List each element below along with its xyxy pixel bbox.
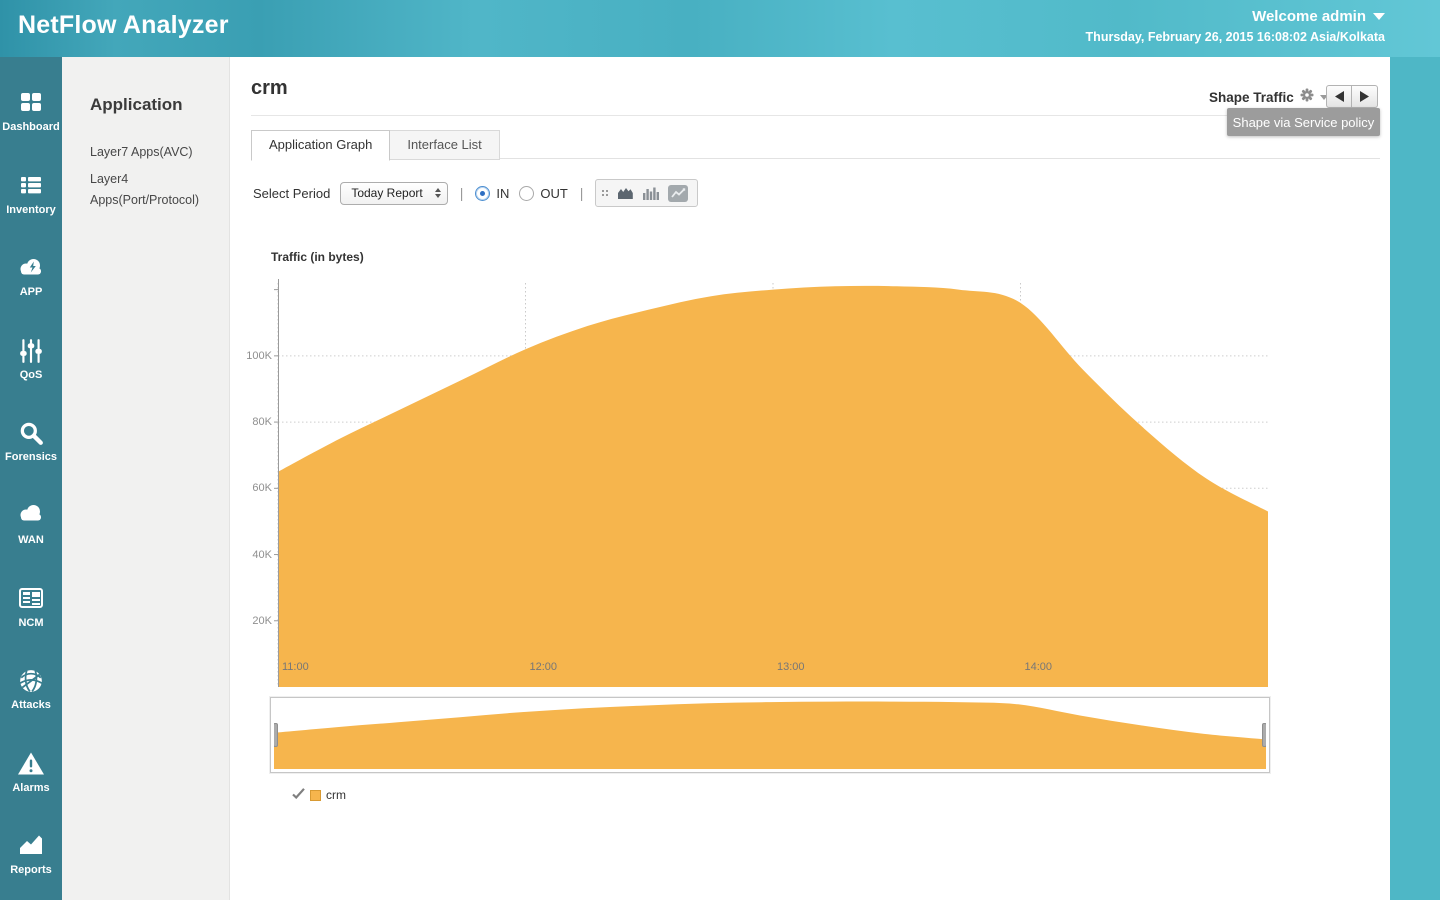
title-divider xyxy=(251,115,1380,116)
range-handle-left[interactable] xyxy=(274,723,278,747)
sidebar-item-forensics[interactable]: Forensics xyxy=(0,420,62,463)
sidebar-item-layer7-apps[interactable]: Layer7 Apps(AVC) xyxy=(90,142,212,163)
y-axis-tick-label: 60K xyxy=(252,482,272,495)
attacks-globe-icon xyxy=(17,668,45,694)
range-selector-area-svg xyxy=(274,701,1266,769)
sidebar-item-label: NCM xyxy=(18,616,44,629)
select-stepper-icon xyxy=(434,188,441,198)
netflow-analyzer-app: NetFlow Analyzer Welcome admin Thursday,… xyxy=(0,0,1440,900)
sidebar-item-label: QoS xyxy=(19,368,43,381)
sidebar-item-label: WAN xyxy=(18,534,44,546)
select-period-label: Select Period xyxy=(253,185,331,201)
sidebar-item-layer4-apps[interactable]: Layer4 Apps(Port/Protocol) xyxy=(90,169,212,211)
sidebar-item-label: Reports xyxy=(10,864,52,877)
tab-application-graph[interactable]: Application Graph xyxy=(251,130,391,161)
sidebar-item-inventory[interactable]: Inventory xyxy=(0,173,62,216)
application-sidebar-title: Application xyxy=(90,95,183,114)
sidebar-item-label: APP xyxy=(19,286,43,299)
sidebar-item-alarms[interactable]: Alarms xyxy=(0,751,62,794)
sidebar-item-label: Inventory xyxy=(6,203,56,216)
shape-traffic-label: Shape Traffic xyxy=(1209,90,1294,105)
tab-interface-list[interactable]: Interface List xyxy=(390,130,500,160)
radio-in[interactable]: IN xyxy=(475,185,510,201)
welcome-text: Welcome admin xyxy=(1252,8,1366,25)
range-selector-chart[interactable] xyxy=(274,701,1266,769)
period-select[interactable]: Today Report xyxy=(340,181,448,205)
chart-controls: Select Period Today Report | IN OUT | xyxy=(253,179,699,207)
radio-in-label: IN xyxy=(496,185,510,201)
gear-icon[interactable] xyxy=(1300,88,1314,107)
shape-traffic-tooltip: Shape via Service policy xyxy=(1227,108,1380,136)
sidebar-item-label: Dashboard xyxy=(2,121,60,133)
sidebar-item-label: Attacks xyxy=(11,699,51,712)
app-logo: NetFlow Analyzer xyxy=(18,11,229,39)
wan-cloud-icon xyxy=(17,503,45,529)
legend-label-crm: crm xyxy=(326,788,346,802)
arrow-left-icon xyxy=(1334,91,1344,102)
legend-swatch-crm[interactable] xyxy=(310,789,321,801)
sidebar-item-dashboard[interactable]: Dashboard xyxy=(0,90,62,133)
alarms-warning-icon xyxy=(17,751,45,777)
app-header: NetFlow Analyzer Welcome admin Thursday,… xyxy=(0,0,1440,57)
sidebar-item-qos[interactable]: QoS xyxy=(0,338,62,381)
range-selector xyxy=(270,697,1270,773)
series-area-crm xyxy=(278,285,1268,687)
page-title: crm xyxy=(251,77,288,99)
chart-legend: crm xyxy=(292,786,346,804)
y-axis-tick-label: 80K xyxy=(252,416,272,429)
x-axis-tick-label: 13:00 xyxy=(777,661,805,673)
qos-sliders-icon xyxy=(17,338,45,364)
reports-chart-icon xyxy=(17,833,45,859)
radio-out[interactable]: OUT xyxy=(519,185,568,201)
user-block: Welcome admin Thursday, February 26, 201… xyxy=(1086,8,1385,44)
chevron-down-icon xyxy=(1373,13,1385,20)
main-nav-sidebar: Dashboard Inventory APP QoS Forensics WAN NCM A… xyxy=(0,57,62,900)
y-axis-tick-label: 100K xyxy=(246,349,272,362)
y-axis-tick-label: 20K xyxy=(252,614,272,627)
radio-in-control[interactable] xyxy=(475,185,491,201)
range-handle-right[interactable] xyxy=(1262,723,1266,747)
next-button[interactable] xyxy=(1352,85,1378,108)
inventory-icon xyxy=(17,173,45,199)
traffic-area-chart[interactable]: 20K 40K 60K 80K 100K 11:00 12:00 13:00 14:00 xyxy=(246,279,1268,687)
ncm-window-icon xyxy=(17,586,45,612)
bar-chart-icon[interactable] xyxy=(643,186,660,200)
sidebar-item-wan[interactable]: WAN xyxy=(0,503,62,546)
forensics-search-icon xyxy=(17,420,45,446)
chart-title: Traffic (in bytes) xyxy=(271,250,364,264)
arrow-right-icon xyxy=(1360,91,1369,102)
pager-controls xyxy=(1326,85,1378,108)
sidebar-item-label: Alarms xyxy=(12,781,50,794)
dashboard-icon xyxy=(17,90,45,116)
area-chart-icon[interactable] xyxy=(617,186,634,200)
sidebar-item-reports[interactable]: Reports xyxy=(0,833,62,876)
previous-button[interactable] xyxy=(1326,85,1352,108)
sidebar-item-ncm[interactable]: NCM xyxy=(0,586,62,629)
application-sidebar: Application Layer7 Apps(AVC) Layer4 Apps… xyxy=(62,57,230,900)
radio-out-label: OUT xyxy=(540,185,568,201)
x-axis-tick-label: 12:00 xyxy=(529,661,558,673)
separator: | xyxy=(579,185,584,201)
main-content: crm Shape Traffic Shape via Service poli… xyxy=(230,57,1390,900)
separator: | xyxy=(459,185,464,201)
area-chart-svg xyxy=(274,279,1268,687)
user-menu[interactable]: Welcome admin xyxy=(1252,8,1385,25)
sidebar-item-app[interactable]: APP xyxy=(0,255,62,298)
chart-type-switcher xyxy=(595,179,699,207)
period-select-value: Today Report xyxy=(351,186,423,200)
x-axis-tick-label: 11:00 xyxy=(282,661,309,673)
y-axis-tick-label: 40K xyxy=(252,548,272,561)
legend-check-icon[interactable] xyxy=(292,786,305,804)
app-cloud-icon xyxy=(17,255,45,281)
sidebar-item-attacks[interactable]: Attacks xyxy=(0,668,62,711)
drag-handle-icon[interactable] xyxy=(602,190,609,196)
sidebar-item-label: Forensics xyxy=(5,451,57,464)
tab-bar: Application Graph Interface List xyxy=(251,129,1380,161)
shape-traffic-menu[interactable]: Shape Traffic xyxy=(1209,88,1328,107)
x-axis-tick-label: 14:00 xyxy=(1024,661,1053,673)
radio-out-control[interactable] xyxy=(519,185,535,201)
line-chart-icon[interactable] xyxy=(668,184,689,202)
server-datetime: Thursday, February 26, 2015 16:08:02 Asi… xyxy=(1085,30,1385,44)
